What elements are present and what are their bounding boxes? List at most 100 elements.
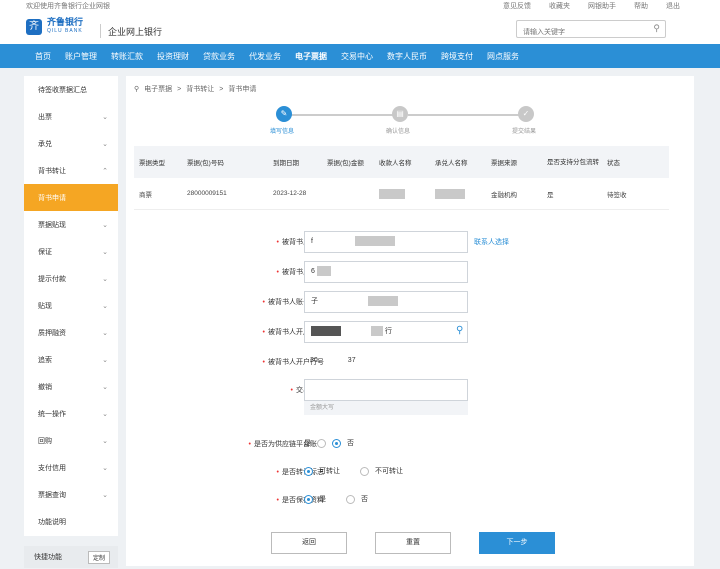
sidebar-item-revoke[interactable]: 撤销 ⌄ [24, 373, 118, 400]
platform-yes-label: 是 [304, 440, 311, 447]
sidebar-item-pledge[interactable]: 质押融资 ⌄ [24, 319, 118, 346]
chevron-down-icon: ⌄ [102, 275, 108, 283]
endorsee-account-input[interactable]: 6 [304, 261, 468, 283]
location-pin-icon[interactable]: ⚲ [456, 325, 466, 337]
cell-due-date: 2023-12-28 [273, 190, 307, 197]
col-source: 票据来源 [491, 160, 517, 167]
chevron-down-icon: ⌄ [102, 437, 108, 445]
row-save-info: • 是否保存资料 是 否 [126, 489, 694, 511]
table-row[interactable]: 商票 28000009151 2023-12-28 金融机构 是 待签收 [134, 178, 669, 210]
sidebar-item-bill-query[interactable]: 票据查询 ⌄ [24, 481, 118, 508]
chevron-down-icon: ⌄ [102, 383, 108, 391]
non-transferable-label: 不可转让 [375, 468, 403, 475]
logo-name-en: QILU BANK [47, 28, 83, 34]
col-bill-type: 票据类型 [139, 160, 165, 167]
bank-logo[interactable]: 齐 齐鲁银行 QILU BANK [26, 18, 83, 36]
breadcrumb: ⚲ 电子票据 > 背书转让 > 背书申请 [134, 84, 256, 94]
col-split: 是否支持分包流转 [547, 158, 599, 166]
transferable-radio[interactable] [304, 466, 313, 476]
nav-home[interactable]: 首页 [28, 51, 58, 62]
search-input[interactable] [517, 24, 642, 41]
save-info-radio-group: 是 否 [304, 494, 368, 504]
col-payee: 收款人名称 [379, 160, 412, 167]
nav-branches[interactable]: 网点服务 [480, 51, 526, 62]
breadcrumb-separator: > [219, 85, 224, 93]
bill-table: 票据类型 票据(包)号码 到期日期 票据(包)金额 收款人名称 承兑人名称 票据… [134, 146, 669, 210]
nav-loans[interactable]: 贷款业务 [196, 51, 242, 62]
step-1-pencil-icon: ✎ [276, 106, 292, 122]
cell-bill-number: 28000009151 [187, 190, 227, 197]
chevron-down-icon: ⌄ [102, 410, 108, 418]
col-acceptor: 承兑人名称 [435, 160, 468, 167]
header-divider [100, 24, 101, 38]
endorsee-bank-input[interactable]: 行 [304, 321, 468, 343]
step-3-check-icon: ✓ [518, 106, 534, 122]
sidebar-item-repurchase[interactable]: 回购 ⌄ [24, 427, 118, 454]
sidebar-item-endorsement[interactable]: 背书转让 ⌃ [24, 157, 118, 184]
chevron-down-icon: ⌄ [102, 356, 108, 364]
cell-status: 待签收 [607, 191, 627, 199]
quick-functions: 快捷功能 定制 [24, 546, 118, 568]
save-no-radio[interactable] [346, 494, 355, 504]
table-header: 票据类型 票据(包)号码 到期日期 票据(包)金额 收款人名称 承兑人名称 票据… [134, 146, 669, 178]
platform-no-radio[interactable] [332, 438, 341, 448]
col-bill-number: 票据(包)号码 [187, 160, 224, 167]
quick-functions-label: 快捷功能 [34, 554, 62, 561]
sidebar-item-payment-prompt[interactable]: 提示付款 ⌄ [24, 265, 118, 292]
nav-investment[interactable]: 投资理财 [150, 51, 196, 62]
nav-e-bills[interactable]: 电子票据 [288, 51, 334, 62]
sidebar: 待签收票据汇总 出票 ⌄ 承兑 ⌄ 背书转让 ⌃ 背书申请 票据贴现 ⌄ 保证 ⌄ 提示付… [24, 76, 118, 536]
nav-accounts[interactable]: 账户管理 [58, 51, 104, 62]
logo-name-cn: 齐鲁银行 [47, 17, 84, 27]
platform-account-radio-group: 是 否 [304, 438, 354, 448]
non-transferable-radio[interactable] [360, 466, 369, 476]
reset-button[interactable]: 重置 [375, 532, 451, 554]
endorsee-account-name-input[interactable]: 子 [304, 291, 468, 313]
chevron-down-icon: ⌄ [102, 329, 108, 337]
row-trade-amount: •交易金额 金额大写 [126, 379, 694, 415]
nav-cross-border[interactable]: 跨境支付 [434, 51, 480, 62]
sidebar-item-discount[interactable]: 贴现 ⌄ [24, 292, 118, 319]
row-transfer-flag: • 是否转让标志 可转让 不可转让 [126, 461, 694, 483]
back-button[interactable]: 返回 [271, 532, 347, 554]
sidebar-item-pending-summary[interactable]: 待签收票据汇总 [24, 76, 118, 103]
nav-trading[interactable]: 交易中心 [334, 51, 380, 62]
next-button[interactable]: 下一步 [479, 532, 555, 554]
col-amount: 票据(包)金额 [327, 160, 364, 167]
search-box: ⚲ [516, 20, 666, 41]
nav-transfer[interactable]: 转账汇款 [104, 51, 150, 62]
row-endorsee-account: • 被背书人账号 6 [126, 261, 694, 283]
step-2-label: 确认信息 [386, 129, 411, 135]
amount-in-words-hint: 金额大写 [304, 401, 468, 415]
sidebar-item-issue[interactable]: 出票 ⌄ [24, 103, 118, 130]
nav-payroll[interactable]: 代发业务 [242, 51, 288, 62]
breadcrumb-item[interactable]: 背书转让 [186, 84, 214, 94]
header: 齐 齐鲁银行 QILU BANK 企业网上银行 ⚲ [0, 10, 720, 44]
nav-digital-rmb[interactable]: 数字人民币 [380, 51, 434, 62]
customize-button[interactable]: 定制 [87, 550, 110, 564]
save-yes-radio[interactable] [304, 494, 313, 504]
sidebar-item-unified-ops[interactable]: 统一操作 ⌄ [24, 400, 118, 427]
search-icon[interactable]: ⚲ [653, 23, 660, 34]
progress-steps: ✎ ▤ ✓ 填写信息 确认信息 提交结果 [270, 106, 536, 140]
sidebar-item-endorsement-apply[interactable]: 背书申请 [24, 184, 118, 211]
sidebar-item-recourse[interactable]: 追索 ⌄ [24, 346, 118, 373]
sidebar-item-bill-discount[interactable]: 票据贴现 ⌄ [24, 211, 118, 238]
sidebar-item-guarantee[interactable]: 保证 ⌄ [24, 238, 118, 265]
save-yes-label: 是 [319, 496, 326, 503]
platform-yes-radio[interactable] [317, 438, 326, 448]
contacts-select-link[interactable]: 联系人选择 [474, 237, 509, 247]
sidebar-item-help[interactable]: 功能说明 [24, 508, 118, 535]
form-actions: 返回 重置 下一步 [271, 532, 555, 554]
breadcrumb-item[interactable]: 电子票据 [144, 84, 172, 94]
chevron-down-icon: ⌄ [102, 113, 108, 121]
sidebar-item-payment-credit[interactable]: 支付信用 ⌄ [24, 454, 118, 481]
endorsee-name-input[interactable]: f [304, 231, 468, 253]
system-title: 企业网上银行 [108, 27, 163, 37]
sidebar-item-acceptance[interactable]: 承兑 ⌄ [24, 130, 118, 157]
chevron-down-icon: ⌄ [102, 248, 108, 256]
trade-amount-input[interactable] [304, 379, 468, 401]
cell-payee-redacted [374, 188, 430, 199]
transfer-flag-radio-group: 可转让 不可转让 [304, 466, 403, 476]
row-endorsee-bank: • 被背书人开户行名 行 ⚲ [126, 321, 694, 343]
